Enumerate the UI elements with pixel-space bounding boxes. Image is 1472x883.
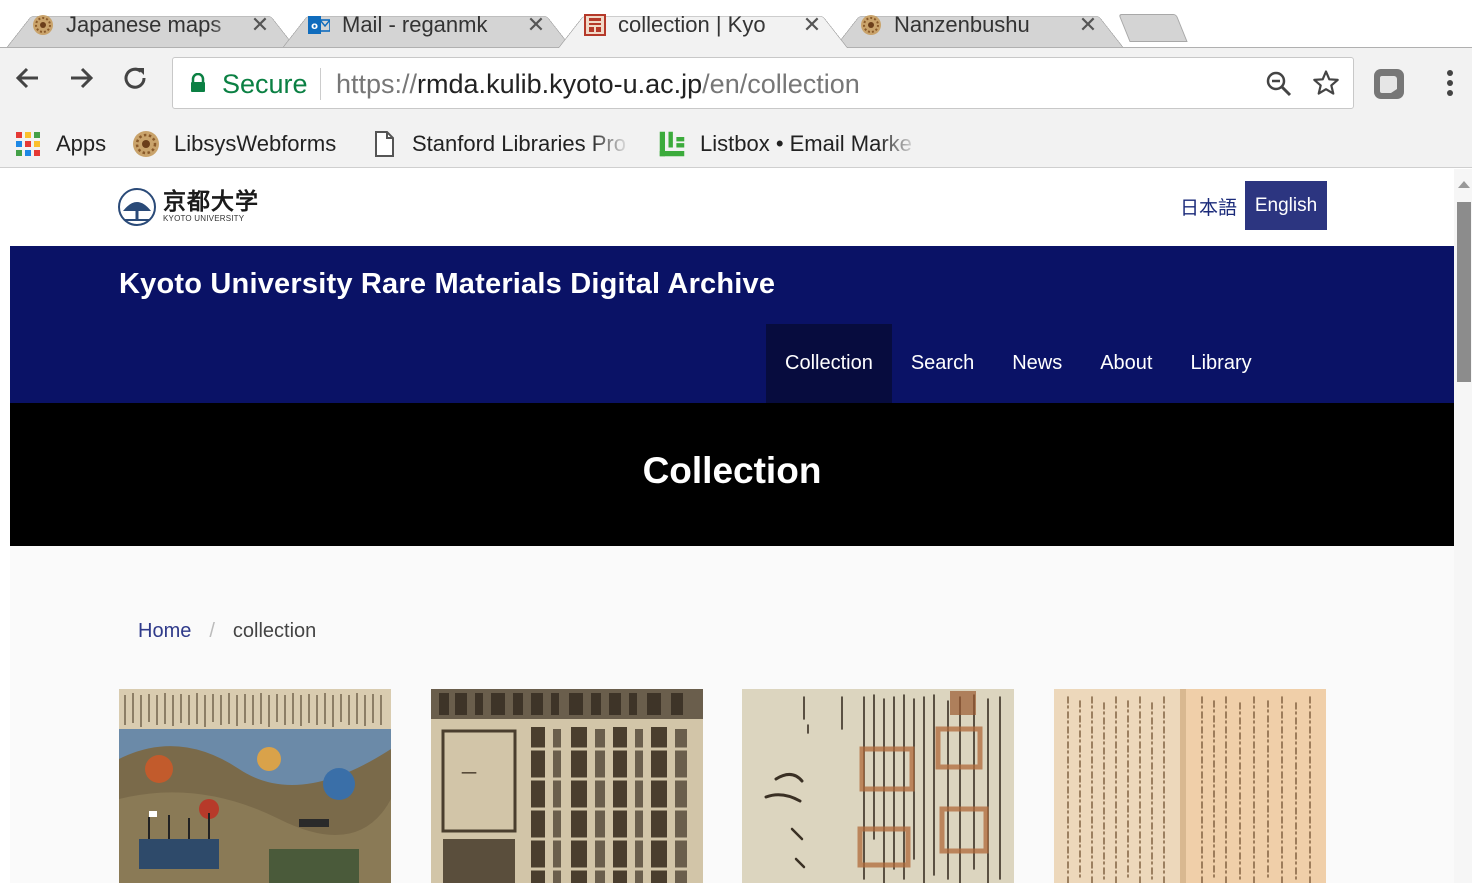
reload-icon	[124, 67, 146, 89]
new-tab-button[interactable]	[1118, 14, 1188, 42]
daisy-icon	[132, 130, 160, 158]
page-viewport: 京都大学 KYOTO UNIVERSITY 日本語 English Kyoto …	[10, 169, 1454, 883]
kyoto-seal-icon	[584, 14, 606, 36]
scrollbar-thumb[interactable]	[1457, 202, 1471, 382]
secure-label: Secure	[222, 69, 308, 99]
site-header: 京都大学 KYOTO UNIVERSITY 日本語 English	[10, 169, 1454, 246]
main-nav: Collection Search News About Library	[766, 324, 1271, 403]
bookmark-apps[interactable]: Apps	[14, 126, 106, 162]
tab-strip: Japanese maps ✕ o Mail - reganmk ✕ colle…	[0, 0, 1472, 49]
tab-title: collection | Kyo	[618, 12, 766, 37]
breadcrumb-current: collection	[232, 620, 317, 642]
tab-nanzenbushu[interactable]: Nanzenbushu ✕	[834, 7, 1124, 49]
language-japanese-link[interactable]: 日本語	[1180, 193, 1237, 220]
close-icon[interactable]: ✕	[1078, 12, 1098, 38]
listbox-icon	[658, 130, 686, 158]
logo-kanji: 京都大学	[163, 188, 259, 215]
forward-arrow-icon	[71, 67, 94, 89]
tab-collection[interactable]: collection | Kyo ✕	[558, 7, 848, 49]
tab-title: Mail - reganmk	[342, 12, 488, 37]
close-icon[interactable]: ✕	[526, 12, 546, 38]
nav-item-library[interactable]: Library	[1171, 324, 1270, 403]
zoom-out-icon[interactable]	[1265, 70, 1293, 103]
daisy-icon	[32, 14, 54, 36]
extension-icon[interactable]	[1373, 68, 1405, 100]
apps-grid-icon	[14, 130, 42, 158]
browser-toolbar: Secure https://rmda.kulib.kyoto-u.ac.jp/…	[0, 48, 1472, 120]
breadcrumb-separator: /	[209, 620, 215, 642]
nav-item-news[interactable]: News	[993, 324, 1081, 403]
site-title[interactable]: Kyoto University Rare Materials Digital …	[119, 268, 775, 301]
svg-text:一: 一	[461, 764, 477, 783]
back-button[interactable]	[10, 58, 46, 98]
nav-item-about[interactable]: About	[1081, 324, 1171, 403]
tab-title: Japanese maps	[66, 12, 222, 37]
bookmark-star-icon[interactable]	[1312, 69, 1340, 102]
page-hero: Collection	[10, 403, 1454, 546]
lock-icon	[189, 72, 207, 98]
outlook-icon: o	[308, 14, 330, 36]
scroll-up-arrow-icon[interactable]	[1458, 181, 1470, 188]
language-english-button[interactable]: English	[1245, 181, 1327, 230]
kebab-menu-icon[interactable]	[1438, 66, 1462, 100]
close-icon[interactable]: ✕	[250, 12, 270, 38]
bookmark-stanford-libraries[interactable]: Stanford Libraries Pro	[370, 126, 630, 162]
collection-thumbnail-map-print[interactable]: 一	[431, 689, 703, 883]
collection-thumbnail-battle-print[interactable]	[119, 689, 391, 883]
browser-window: { "browser": { "tabs": [ {"title": "Japa…	[0, 0, 1472, 883]
close-icon[interactable]: ✕	[802, 12, 822, 38]
page-title: Collection	[642, 450, 822, 491]
kyoto-university-logo[interactable]: 京都大学 KYOTO UNIVERSITY	[117, 185, 259, 229]
tab-japanese-maps[interactable]: Japanese maps ✕	[6, 7, 296, 49]
bookmark-libsyswebforms[interactable]: LibsysWebforms	[132, 126, 336, 162]
collection-thumbnail-calligraphy[interactable]	[1054, 689, 1326, 883]
logo-english: KYOTO UNIVERSITY	[163, 214, 245, 223]
kyoto-crest-icon	[118, 188, 156, 226]
breadcrumb: Home / collection	[138, 620, 316, 643]
site-banner: Kyoto University Rare Materials Digital …	[10, 246, 1454, 403]
bookmark-listbox[interactable]: Listbox • Email Marke	[658, 126, 918, 162]
collection-thumbnail-manuscript[interactable]	[742, 689, 1014, 883]
nav-item-collection[interactable]: Collection	[766, 324, 892, 403]
address-bar[interactable]: Secure https://rmda.kulib.kyoto-u.ac.jp/…	[172, 57, 1354, 109]
bookmarks-bar: Apps LibsysWebforms Stanford Libraries P…	[0, 120, 1472, 168]
forward-button[interactable]	[63, 58, 99, 98]
page-scrollbar[interactable]	[1454, 169, 1472, 883]
tab-mail[interactable]: o Mail - reganmk ✕	[282, 7, 572, 49]
daisy-icon	[860, 14, 882, 36]
back-arrow-icon	[15, 67, 38, 89]
url-text[interactable]: https://rmda.kulib.kyoto-u.ac.jp/en/coll…	[336, 69, 860, 100]
breadcrumb-home-link[interactable]: Home	[138, 620, 191, 643]
page-icon	[370, 130, 398, 158]
svg-text:o: o	[311, 21, 318, 32]
nav-item-search[interactable]: Search	[892, 324, 993, 403]
tab-title: Nanzenbushu	[894, 12, 1030, 37]
reload-button[interactable]	[117, 58, 153, 98]
